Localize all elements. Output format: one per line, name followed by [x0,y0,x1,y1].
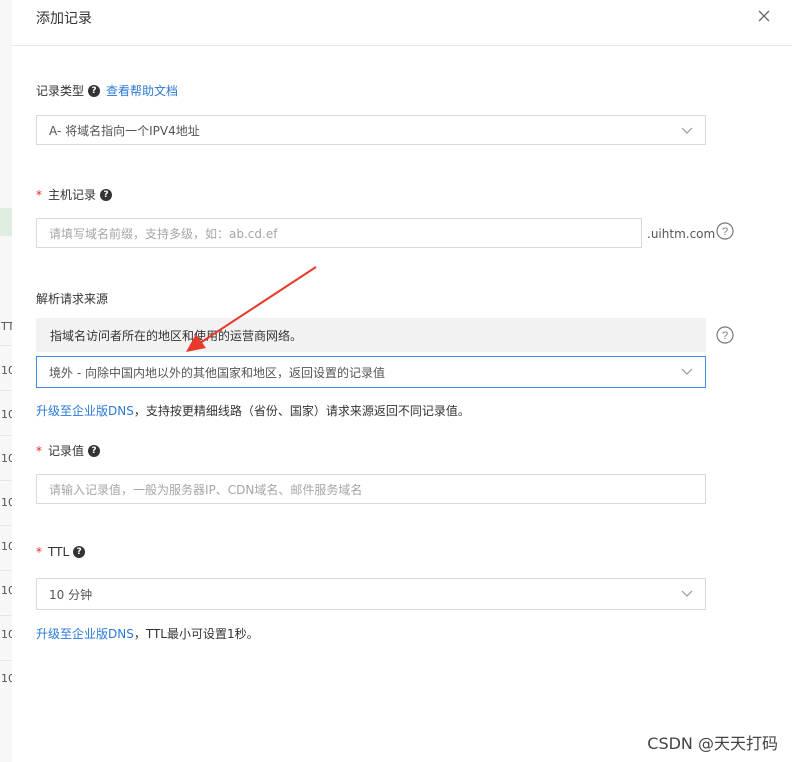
chevron-down-icon [681,368,693,375]
record-type-select[interactable]: A- 将域名指向一个IPV4地址 [36,115,706,145]
record-value-placeholder: 请输入记录值，一般为服务器IP、CDN域名、邮件服务域名 [49,482,363,497]
ttl-value: 10 分钟 [49,587,93,602]
domain-suffix: .uihtm.com [647,227,716,241]
resolve-source-select[interactable]: 境外 - 向除中国内地以外的其他国家和地区，返回设置的记录值 [36,356,706,388]
record-type-label: 记录类型 [36,84,85,98]
chevron-down-icon [681,590,693,597]
record-value-input[interactable]: 请输入记录值，一般为服务器IP、CDN域名、邮件服务域名 [36,474,706,504]
ttl-label-row: * TTL ? [36,545,86,559]
background-page: TT 10 10 10 10 10 10 10 10 [0,0,15,762]
resolve-source-label-row: 解析请求来源 [36,290,108,307]
svg-text:?: ? [722,226,728,238]
close-icon[interactable] [756,8,772,24]
upgrade-dns-link[interactable]: 升级至企业版DNS [36,627,134,641]
required-marker: * [36,545,42,559]
ttl-label: TTL [48,545,70,559]
host-record-label-row: * 主机记录 ? [36,186,113,203]
help-circle-icon[interactable]: ? [716,222,734,240]
record-value-label: 记录值 [48,444,85,458]
ttl-select[interactable]: 10 分钟 [36,578,706,610]
required-marker: * [36,443,42,458]
background-banner [0,208,12,236]
ttl-upgrade-text: ，TTL最小可设置1秒。 [133,627,259,641]
help-doc-link[interactable]: 查看帮助文档 [106,82,178,99]
record-type-value: A- 将域名指向一个IPV4地址 [49,123,200,138]
host-record-placeholder: 请填写域名前缀，支持多级，如：ab.cd.ef [49,226,278,241]
resolve-source-notice: 指域名访问者所在的地区和使用的运营商网络。 [36,318,706,352]
question-icon[interactable]: ? [73,546,86,558]
required-marker: * [36,187,42,202]
ttl-upgrade-note: 升级至企业版DNS，TTL最小可设置1秒。 [36,625,259,642]
dialog-title: 添加记录 [36,11,92,27]
host-record-label: 主机记录 [48,188,97,202]
question-icon[interactable]: ? [88,84,101,97]
help-circle-icon[interactable]: ? [716,326,734,344]
dialog-header: 添加记录 [12,0,792,46]
question-icon[interactable]: ? [88,444,101,457]
resolve-source-label: 解析请求来源 [36,292,109,306]
resolve-upgrade-text: ，支持按更精细线路（省份、国家）请求来源返回不同记录值。 [133,404,470,418]
chevron-down-icon [681,127,693,134]
add-record-dialog: 添加记录 记录类型 ? 查看帮助文档 A- 将域名指向一个IPV4地址 * 主机… [12,0,792,762]
question-icon[interactable]: ? [100,188,113,201]
upgrade-dns-link[interactable]: 升级至企业版DNS [36,404,134,418]
record-type-label-row: 记录类型 ? 查看帮助文档 [36,82,178,99]
resolve-source-notice-text: 指域名访问者所在的地区和使用的运营商网络。 [50,328,303,343]
resolve-upgrade-note: 升级至企业版DNS，支持按更精细线路（省份、国家）请求来源返回不同记录值。 [36,402,470,419]
svg-text:?: ? [722,330,728,342]
host-record-input[interactable]: 请填写域名前缀，支持多级，如：ab.cd.ef [36,218,642,248]
record-value-label-row: * 记录值 ? [36,442,101,459]
watermark: CSDN @天天打码 [647,734,778,753]
resolve-source-value: 境外 - 向除中国内地以外的其他国家和地区，返回设置的记录值 [49,365,385,380]
